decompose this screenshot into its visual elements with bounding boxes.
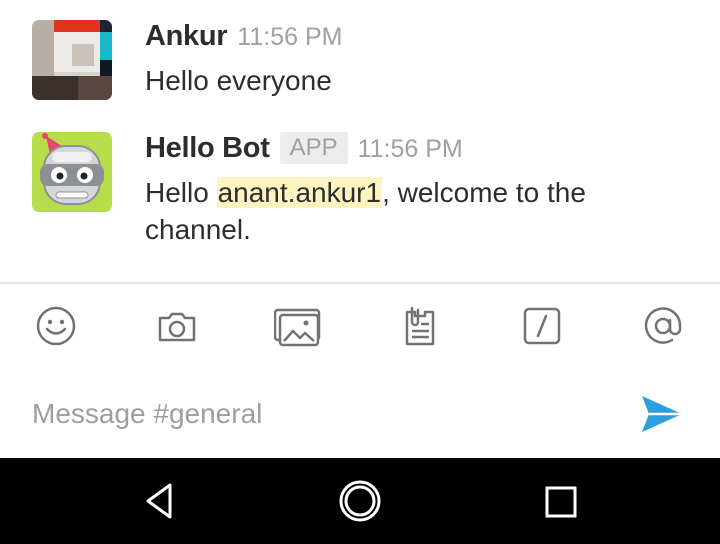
message-text: Hello anant.ankur1, welcome to the chann…	[145, 174, 685, 248]
author-name[interactable]: Hello Bot	[145, 132, 270, 165]
photo-library-button[interactable]	[274, 302, 322, 350]
send-button[interactable]	[638, 390, 686, 438]
message-composer	[0, 372, 720, 456]
camera-button[interactable]	[153, 302, 201, 350]
emoji-button[interactable]	[32, 302, 80, 350]
home-icon	[339, 480, 381, 522]
home-button[interactable]	[336, 477, 384, 525]
message-item[interactable]: Ankur 11:56 PM Hello everyone	[0, 20, 720, 106]
message-timestamp[interactable]: 11:56 PM	[358, 135, 463, 164]
back-button[interactable]	[136, 477, 184, 525]
user-avatar-image	[32, 20, 112, 100]
message-text: Hello everyone	[145, 65, 332, 96]
message-header: Ankur 11:56 PM	[145, 20, 342, 60]
photo-library-icon	[274, 308, 321, 347]
author-name[interactable]: Ankur	[145, 20, 228, 53]
app-badge: APP	[279, 132, 348, 164]
slash-command-icon	[523, 307, 561, 345]
camera-icon	[158, 312, 196, 342]
avatar[interactable]	[32, 20, 112, 100]
message-list: Ankur 11:56 PM Hello everyone Hello Bot …	[0, 0, 720, 282]
message-input[interactable]	[32, 392, 612, 436]
mention-button[interactable]	[639, 302, 687, 350]
file-upload-button[interactable]	[396, 302, 444, 350]
mention-icon	[644, 307, 682, 344]
composer-toolbar	[0, 284, 720, 364]
back-icon	[146, 483, 172, 519]
file-icon	[405, 306, 435, 346]
recents-icon	[545, 486, 577, 518]
message-text-segment: Hello	[145, 177, 217, 208]
slack-app: Ankur 11:56 PM Hello everyone Hello Bot …	[0, 0, 720, 544]
message-header: Hello Bot APP 11:56 PM	[145, 132, 463, 172]
emoji-icon	[36, 306, 76, 346]
user-mention[interactable]: anant.ankur1	[216, 177, 383, 208]
send-icon	[642, 396, 682, 432]
avatar[interactable]	[32, 132, 112, 212]
message-timestamp[interactable]: 11:56 PM	[237, 23, 342, 52]
recents-button[interactable]	[536, 477, 584, 525]
system-navigation-bar	[0, 458, 720, 544]
robot-avatar-icon	[32, 132, 112, 212]
message-item[interactable]: Hello Bot APP 11:56 PM Hello anant.ankur…	[0, 132, 720, 252]
slash-command-button[interactable]	[518, 302, 566, 350]
